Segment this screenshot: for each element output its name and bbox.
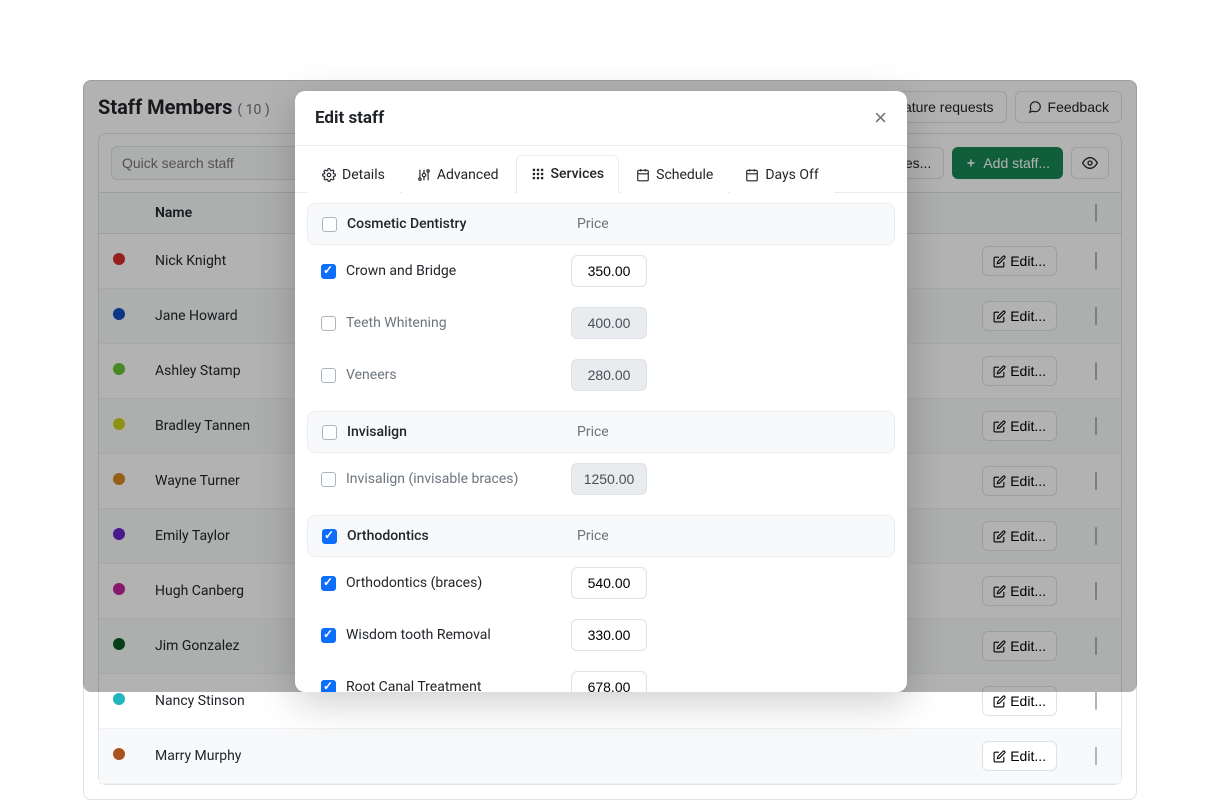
price-header-label: Price	[577, 528, 609, 544]
modal-header: Edit staff ×	[295, 91, 907, 146]
edit-icon	[993, 750, 1006, 763]
service-category-header: OrthodonticsPrice	[307, 515, 895, 557]
edit-icon	[993, 695, 1006, 708]
price-header-label: Price	[577, 216, 609, 232]
close-icon: ×	[874, 105, 887, 130]
category-name: Invisalign	[347, 424, 577, 440]
gear-icon	[322, 168, 336, 182]
service-category-header: Cosmetic DentistryPrice	[307, 203, 895, 245]
service-name: Wisdom tooth Removal	[346, 627, 561, 643]
service-checkbox[interactable]	[321, 368, 336, 383]
service-checkbox[interactable]	[321, 680, 336, 693]
service-checkbox[interactable]	[321, 264, 336, 279]
tab-advanced-label: Advanced	[437, 167, 499, 183]
price-input[interactable]	[571, 567, 647, 599]
service-category-header: InvisalignPrice	[307, 411, 895, 453]
price-input	[571, 463, 647, 495]
close-button[interactable]: ×	[874, 107, 887, 129]
service-name: Crown and Bridge	[346, 263, 561, 279]
service-checkbox[interactable]	[321, 576, 336, 591]
row-checkbox[interactable]	[1095, 692, 1097, 710]
tab-schedule[interactable]: Schedule	[621, 155, 728, 193]
tab-details[interactable]: Details	[307, 155, 400, 193]
price-header-label: Price	[577, 424, 609, 440]
grid-icon	[531, 167, 545, 181]
tab-days-off-label: Days Off	[765, 167, 818, 183]
service-row: Wisdom tooth Removal	[307, 609, 895, 661]
service-name: Teeth Whitening	[346, 315, 561, 331]
edit-label: Edit...	[1010, 693, 1046, 709]
service-row: Veneers	[307, 349, 895, 401]
price-input[interactable]	[571, 619, 647, 651]
modal-title: Edit staff	[315, 108, 384, 128]
category-checkbox[interactable]	[322, 529, 337, 544]
service-name: Root Canal Treatment	[346, 679, 561, 692]
sliders-icon	[417, 168, 431, 182]
tab-services[interactable]: Services	[516, 155, 620, 193]
service-name: Veneers	[346, 367, 561, 383]
color-dot	[113, 748, 125, 760]
modal-tabs: Details Advanced Services Schedule Days …	[295, 154, 907, 193]
tab-advanced[interactable]: Advanced	[402, 155, 514, 193]
category-checkbox[interactable]	[322, 425, 337, 440]
calendar-icon	[636, 168, 650, 182]
service-row: Teeth Whitening	[307, 297, 895, 349]
price-input	[571, 359, 647, 391]
table-row: Marry Murphy Edit...	[99, 729, 1121, 784]
row-checkbox[interactable]	[1095, 747, 1097, 765]
service-row: Orthodontics (braces)	[307, 557, 895, 609]
tab-details-label: Details	[342, 167, 385, 183]
staff-name: Nancy Stinson	[155, 693, 245, 709]
category-checkbox[interactable]	[322, 217, 337, 232]
service-name: Invisalign (invisable braces)	[346, 471, 561, 487]
category-name: Cosmetic Dentistry	[347, 216, 577, 232]
price-input[interactable]	[571, 255, 647, 287]
service-row: Crown and Bridge	[307, 245, 895, 297]
price-input	[571, 307, 647, 339]
edit-staff-modal: Edit staff × Details Advanced Services S…	[295, 91, 907, 692]
service-checkbox[interactable]	[321, 472, 336, 487]
tab-schedule-label: Schedule	[656, 167, 713, 183]
service-row: Invisalign (invisable braces)	[307, 453, 895, 505]
price-input[interactable]	[571, 671, 647, 692]
service-checkbox[interactable]	[321, 316, 336, 331]
color-dot	[113, 693, 125, 705]
calendar-off-icon	[745, 168, 759, 182]
edit-label: Edit...	[1010, 748, 1046, 764]
staff-name: Marry Murphy	[155, 748, 241, 764]
tab-services-label: Services	[551, 166, 605, 182]
service-checkbox[interactable]	[321, 628, 336, 643]
modal-body: Cosmetic DentistryPriceCrown and BridgeT…	[295, 193, 907, 692]
service-row: Root Canal Treatment	[307, 661, 895, 692]
tab-days-off[interactable]: Days Off	[730, 155, 833, 193]
service-name: Orthodontics (braces)	[346, 575, 561, 591]
edit-button[interactable]: Edit...	[982, 741, 1057, 771]
category-name: Orthodontics	[347, 528, 577, 544]
